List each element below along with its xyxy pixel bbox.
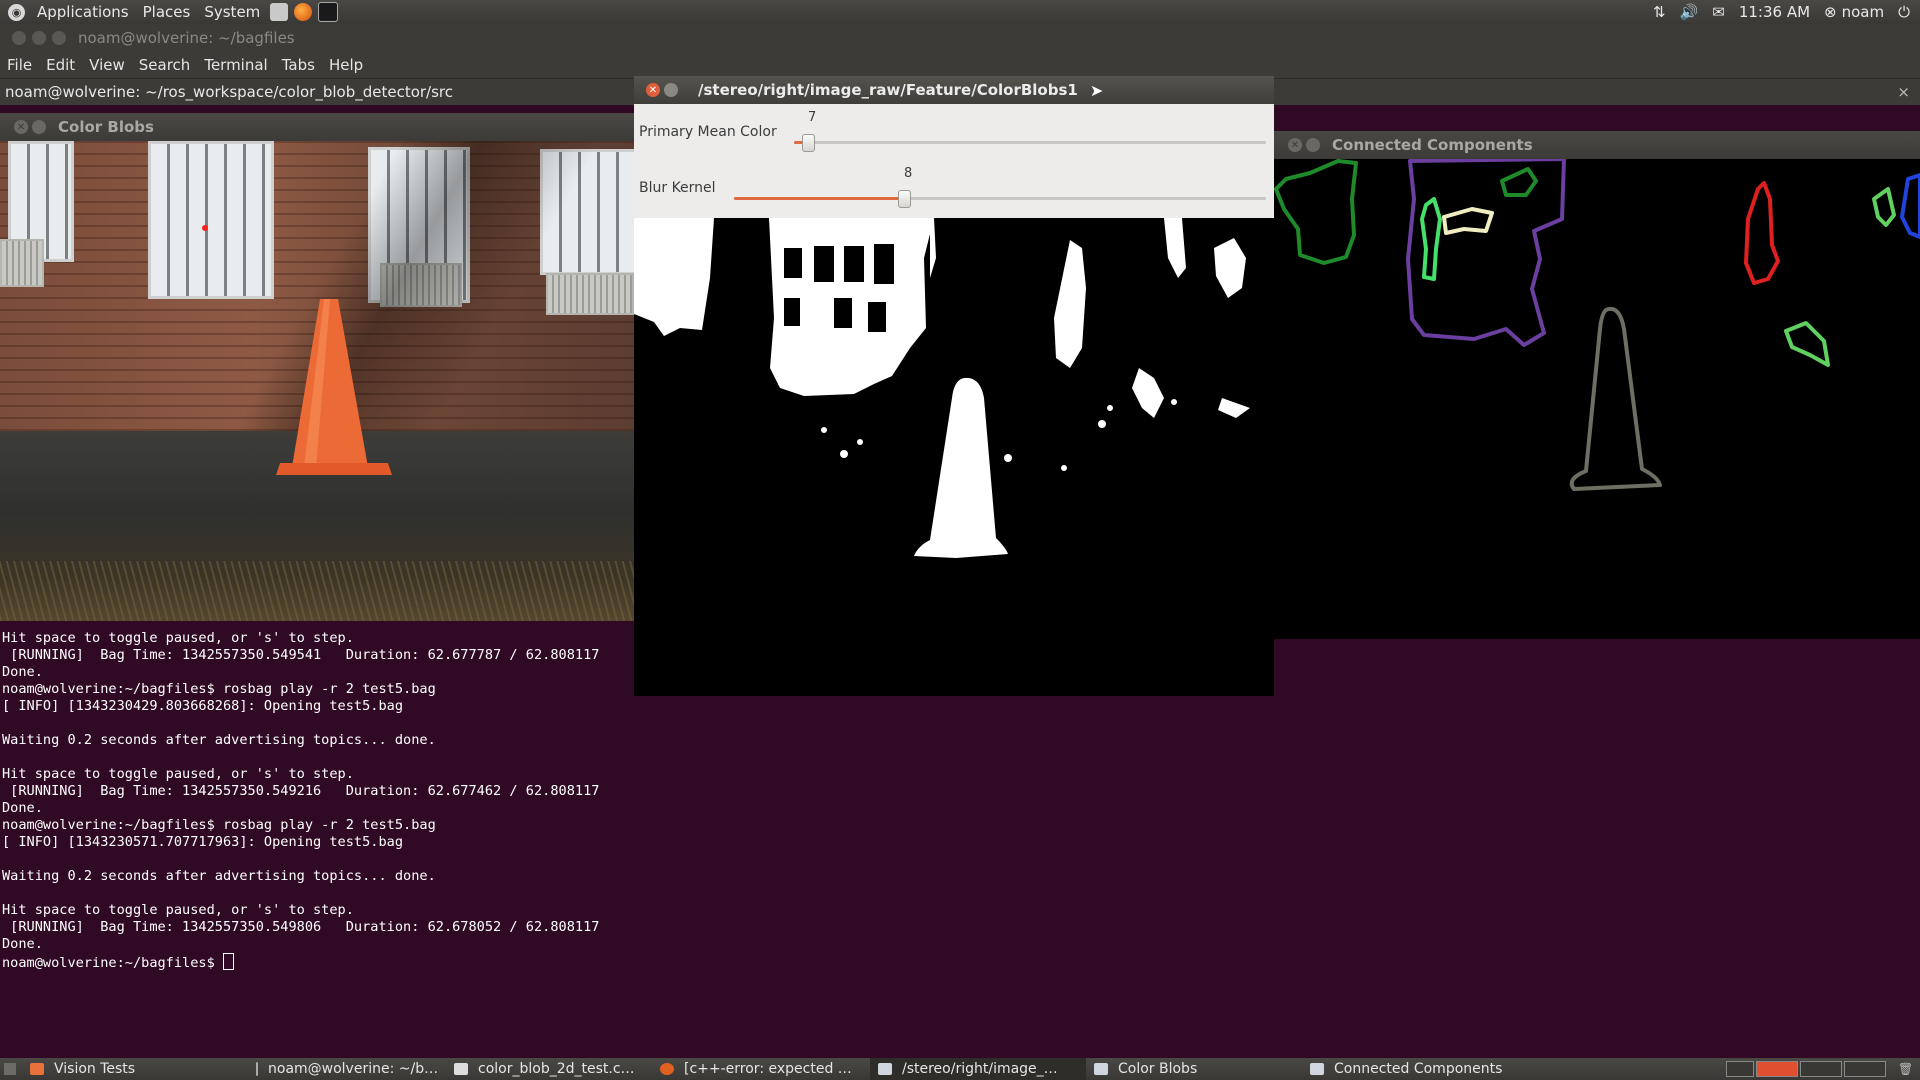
cc-titlebar[interactable]: ✕ Connected Components [1274, 131, 1920, 159]
color-blobs-titlebar[interactable]: ✕ Color Blobs [0, 113, 634, 141]
slider-knob[interactable] [898, 190, 912, 208]
user-name: noam [1841, 3, 1885, 21]
mail-icon[interactable]: ✉ [1712, 3, 1725, 21]
task-connected-components[interactable]: Connected Components [1302, 1058, 1538, 1080]
slider-track[interactable] [734, 190, 1266, 208]
terminal-text: Hit space to toggle paused, or 's' to st… [2, 630, 600, 971]
camera-image [0, 141, 634, 621]
slider-primary-mean-color: Primary Mean Color 7 [634, 104, 1274, 160]
terminal-cursor [222, 953, 234, 970]
slider-knob[interactable] [802, 134, 816, 152]
task-label: /stereo/right/image_… [902, 1061, 1058, 1077]
window-title: /stereo/right/image_raw/Feature/ColorBlo… [698, 81, 1078, 99]
menu-edit[interactable]: Edit [39, 56, 82, 74]
workspace-1[interactable] [1726, 1061, 1754, 1077]
binary-blob-image [634, 218, 1274, 696]
tab-close-icon[interactable]: × [1897, 83, 1910, 101]
task-label: Color Blobs [1118, 1061, 1198, 1077]
task-firefox[interactable]: [c++-error: expected … [652, 1058, 870, 1080]
task-label: [c++-error: expected … [684, 1061, 852, 1077]
traffic-cone [202, 225, 392, 475]
workspace-switcher[interactable]: 🗑 [1726, 1061, 1913, 1077]
terminal-maximize-icon[interactable] [52, 31, 66, 45]
window-title: Connected Components [1332, 136, 1533, 154]
power-icon[interactable]: ⏻ [1898, 3, 1910, 21]
terminal-minimize-icon[interactable] [32, 31, 46, 45]
task-label: color_blob_2d_test.c… [478, 1061, 635, 1077]
terminal-titlebar[interactable]: noam@wolverine: ~/bagfiles [0, 24, 1920, 52]
terminal-close-icon[interactable] [12, 31, 26, 45]
slider-panel: Primary Mean Color 7 Blur Kernel 8 [634, 104, 1274, 218]
network-icon[interactable]: ⇅ [1653, 3, 1666, 21]
calculator-launcher-icon[interactable] [270, 3, 289, 21]
slider-label: Primary Mean Color [639, 124, 777, 140]
menu-places[interactable]: Places [136, 3, 198, 21]
slider-blur-kernel: Blur Kernel 8 [634, 160, 1274, 216]
menu-search[interactable]: Search [132, 56, 198, 74]
tab-active[interactable]: noam@wolverine: ~/ros_workspace/color_bl… [0, 83, 453, 101]
menu-help[interactable]: Help [322, 56, 370, 74]
window-title: Color Blobs [58, 118, 154, 136]
task-vision-tests[interactable]: Vision Tests [22, 1058, 248, 1080]
task-editor[interactable]: color_blob_2d_test.c… [446, 1058, 652, 1080]
window-icon [1094, 1063, 1108, 1075]
workspace-2[interactable] [1756, 1061, 1798, 1077]
close-icon[interactable]: ✕ [646, 83, 660, 97]
task-label: noam@wolverine: ~/b… [268, 1061, 439, 1077]
mouse-cursor-icon: ➤ [1089, 80, 1104, 100]
minimize-icon[interactable] [664, 83, 678, 97]
window-icon [1310, 1063, 1324, 1075]
top-panel: ◉ Applications Places System ⇅ 🔊 ✉ 11:36… [0, 0, 1920, 24]
menu-tabs[interactable]: Tabs [275, 56, 322, 74]
bottom-taskbar: Vision Tests noam@wolverine: ~/b… color_… [0, 1058, 1920, 1080]
firefox-launcher-icon[interactable] [294, 3, 313, 21]
slider-label: Blur Kernel [639, 180, 716, 196]
task-label: Vision Tests [54, 1061, 136, 1077]
terminal-title: noam@wolverine: ~/bagfiles [78, 29, 295, 47]
terminal-menubar: File Edit View Search Terminal Tabs Help [0, 52, 1920, 78]
connected-components-window: ✕ Connected Components [1274, 131, 1920, 639]
firefox-icon [660, 1063, 674, 1075]
close-icon[interactable]: ✕ [1288, 138, 1302, 152]
terminal-icon [256, 1062, 258, 1076]
show-desktop-icon[interactable] [4, 1063, 16, 1075]
color-blobs-window: ✕ Color Blobs [0, 113, 634, 621]
minimize-icon[interactable] [1306, 138, 1320, 152]
task-color-blobs[interactable]: Color Blobs [1086, 1058, 1302, 1080]
menu-terminal[interactable]: Terminal [197, 56, 274, 74]
menu-file[interactable]: File [0, 56, 39, 74]
user-menu[interactable]: ⊗ noam [1824, 3, 1884, 21]
slider-value: 7 [808, 110, 817, 125]
minimize-icon[interactable] [32, 120, 46, 134]
user-icon: ⊗ [1824, 3, 1837, 21]
clock[interactable]: 11:36 AM [1739, 3, 1810, 21]
slider-value: 8 [904, 166, 913, 181]
task-label: Connected Components [1334, 1061, 1503, 1077]
volume-icon[interactable]: 🔊 [1680, 3, 1699, 21]
slider-track[interactable] [794, 134, 1266, 152]
workspace-4[interactable] [1844, 1061, 1886, 1077]
terminal-output[interactable]: Hit space to toggle paused, or 's' to st… [2, 630, 599, 972]
folder-icon [30, 1063, 44, 1075]
ubuntu-logo-icon[interactable]: ◉ [8, 3, 25, 21]
slider-fill [734, 197, 905, 200]
window-icon [878, 1063, 892, 1075]
contour-image [1274, 157, 1920, 639]
menu-applications[interactable]: Applications [30, 3, 136, 21]
color-blobs1-window: ✕ /stereo/right/image_raw/Feature/ColorB… [634, 76, 1274, 696]
terminal-launcher-icon[interactable] [318, 2, 339, 22]
task-colorblobs1[interactable]: /stereo/right/image_… [870, 1058, 1086, 1080]
editor-icon [454, 1063, 468, 1075]
menu-view[interactable]: View [82, 56, 132, 74]
task-terminal[interactable]: noam@wolverine: ~/b… [248, 1058, 446, 1080]
color-blobs1-titlebar[interactable]: ✕ /stereo/right/image_raw/Feature/ColorB… [634, 76, 1274, 104]
menu-system[interactable]: System [197, 3, 267, 21]
trash-icon[interactable]: 🗑 [1898, 1062, 1913, 1076]
workspace-3[interactable] [1800, 1061, 1842, 1077]
close-icon[interactable]: ✕ [14, 120, 28, 134]
